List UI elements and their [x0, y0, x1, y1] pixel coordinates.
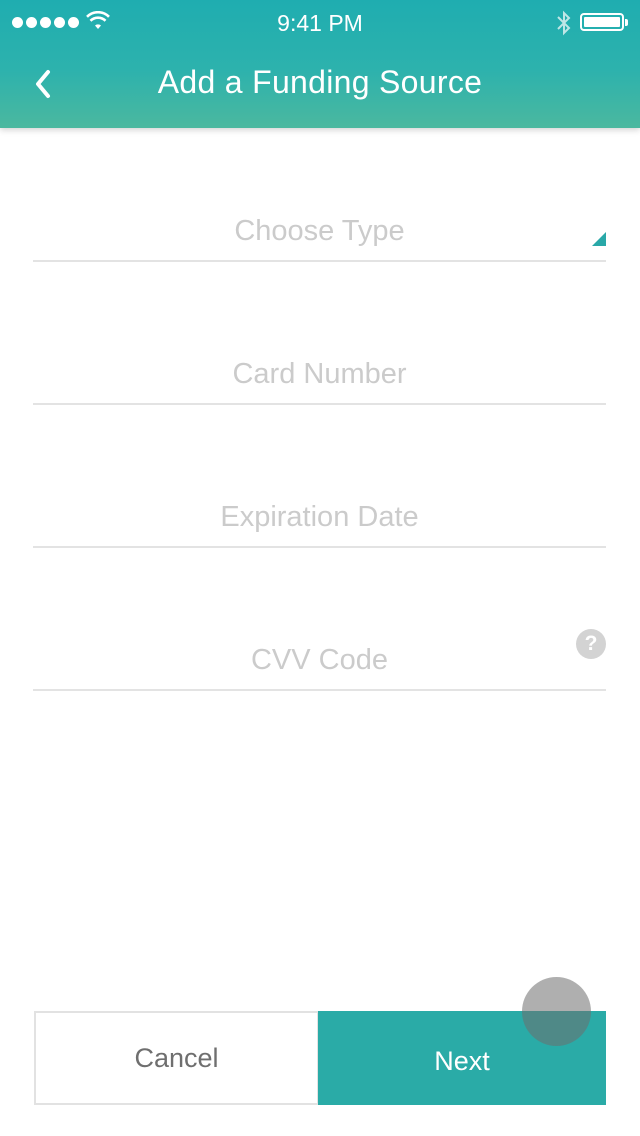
status-bar: 9:41 PM [0, 0, 640, 44]
status-time: 9:41 PM [277, 10, 363, 36]
type-select-placeholder: Choose Type [234, 215, 405, 247]
dropdown-triangle-icon [592, 232, 606, 246]
battery-fill [584, 17, 620, 27]
touch-indicator [522, 977, 591, 1046]
cvv-placeholder: CVV Code [250, 644, 388, 676]
navigation-header: 9:41 PM Add a Funding Source [0, 0, 640, 128]
cvv-field[interactable]: CVV Code ? [33, 589, 606, 691]
type-select[interactable]: Choose Type [33, 160, 606, 262]
expiration-date-field[interactable]: Expiration Date [33, 446, 606, 548]
expiration-date-placeholder: Expiration Date [220, 501, 419, 533]
help-icon[interactable]: ? [576, 629, 606, 659]
cancel-button[interactable]: Cancel [34, 1011, 319, 1105]
battery-icon [580, 13, 628, 31]
card-number-field[interactable]: Card Number [33, 303, 606, 405]
bluetooth-icon [557, 10, 571, 36]
card-number-placeholder: Card Number [232, 358, 407, 390]
page-title: Add a Funding Source [157, 64, 483, 100]
